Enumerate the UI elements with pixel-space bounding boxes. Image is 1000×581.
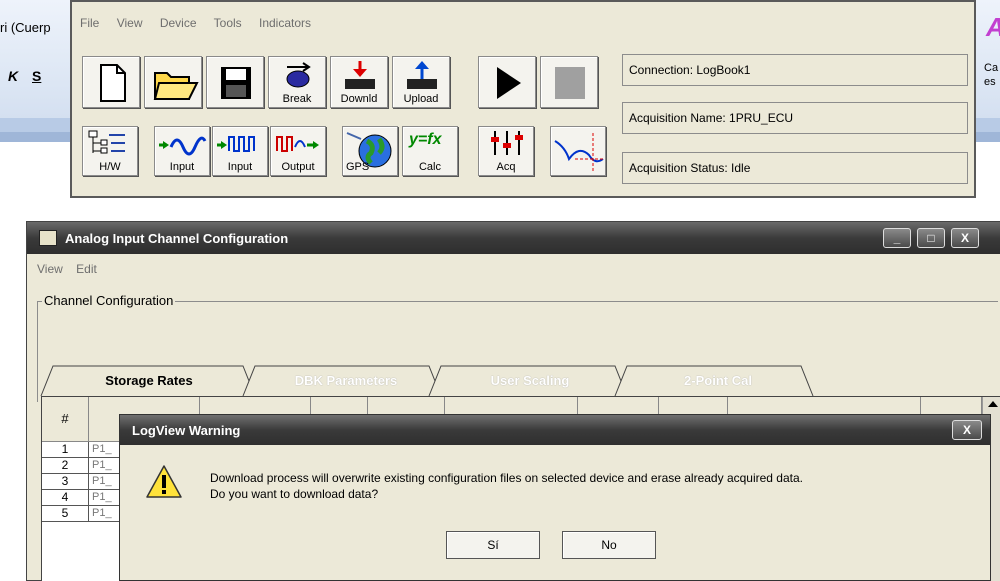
connection-status: Connection: LogBook1 — [622, 54, 968, 86]
open-folder-icon — [153, 72, 199, 100]
calc-label: Calc — [418, 161, 441, 173]
menu-file[interactable]: File — [80, 16, 99, 30]
row-number: 4 — [42, 490, 89, 506]
warning-title: LogView Warning — [132, 423, 241, 438]
logview-main-window: File View Device Tools Indicators Break — [70, 0, 976, 198]
row-number: 5 — [42, 506, 89, 522]
chart-view-button[interactable] — [550, 126, 606, 176]
table-icon — [39, 230, 57, 246]
warning-question: Do you want to download data? — [210, 487, 379, 501]
download-button[interactable]: Downld — [330, 56, 388, 108]
upload-button[interactable]: Upload — [392, 56, 450, 108]
analog-wave-icon — [159, 136, 207, 156]
font-name-box[interactable]: ri (Cuerp — [0, 20, 51, 35]
maximize-button[interactable]: □ — [917, 228, 945, 248]
acquisition-name: Acquisition Name: 1PRU_ECU — [622, 102, 968, 134]
row-number: 3 — [42, 474, 89, 490]
warning-title-bar[interactable]: LogView Warning X — [120, 415, 990, 445]
stop-acquisition-button[interactable] — [540, 56, 598, 108]
aic-window-title: Analog Input Channel Configuration — [65, 231, 289, 246]
tab-user-scaling[interactable]: User Scaling — [439, 367, 621, 395]
hardware-button[interactable]: H/W — [82, 126, 138, 176]
download-icon — [345, 61, 375, 89]
menu-edit[interactable]: Edit — [76, 262, 97, 276]
aic-title-bar[interactable]: Analog Input Channel Configuration _ □ X — [27, 222, 1000, 254]
menu-indicators[interactable]: Indicators — [259, 16, 311, 30]
sliders-icon — [491, 131, 523, 155]
digital-input-button[interactable]: Input — [212, 126, 268, 176]
header-hash[interactable]: # — [42, 397, 89, 442]
tab-dbk-parameters[interactable]: DBK Parameters — [255, 367, 437, 395]
chart-icon — [554, 133, 605, 173]
acq-button[interactable]: Acq — [478, 126, 534, 176]
break-icon — [286, 62, 311, 88]
hardware-tree-icon — [88, 130, 125, 154]
minimize-button[interactable]: _ — [883, 228, 911, 248]
calc-button[interactable]: y=fx Calc — [402, 126, 458, 176]
tab-storage-rates[interactable]: Storage Rates — [51, 367, 247, 395]
acquisition-status: Acquisition Status: Idle — [622, 152, 968, 184]
menu-device[interactable]: Device — [160, 16, 197, 30]
play-icon — [497, 67, 521, 99]
logview-warning-dialog: LogView Warning X Download process will … — [119, 414, 991, 581]
no-button[interactable]: No — [562, 531, 656, 559]
digital-wave-icon — [217, 136, 255, 152]
tab-2-point-cal[interactable]: 2-Point Cal — [627, 367, 809, 395]
close-button[interactable]: X — [951, 228, 979, 248]
dialog-close-button[interactable]: X — [952, 420, 982, 440]
row-number: 2 — [42, 458, 89, 474]
start-acquisition-button[interactable] — [478, 56, 536, 108]
underline-button[interactable]: S — [32, 68, 41, 84]
output-label: Output — [281, 161, 315, 173]
stop-icon — [555, 67, 585, 99]
acq-label: Acq — [496, 161, 516, 173]
main-menu-bar: File View Device Tools Indicators — [80, 16, 325, 30]
floppy-disk-icon — [221, 67, 251, 99]
new-file-button[interactable] — [82, 56, 140, 108]
input-label: Input — [169, 161, 195, 173]
menu-view[interactable]: View — [37, 262, 63, 276]
upload-icon — [407, 61, 437, 89]
gps-button[interactable]: GPS — [342, 126, 398, 176]
open-file-button[interactable] — [144, 56, 202, 108]
gps-label: GPS — [346, 161, 370, 173]
hw-label: H/W — [99, 161, 121, 173]
save-button[interactable] — [206, 56, 264, 108]
ribbon-label: Ca — [984, 62, 999, 74]
scroll-up-icon[interactable] — [983, 397, 1000, 411]
download-label: Downld — [340, 93, 378, 105]
group-label: Channel Configuration — [42, 293, 176, 308]
italic-button[interactable]: K — [8, 68, 18, 84]
upload-label: Upload — [403, 93, 439, 105]
aic-menu-bar: View Edit — [37, 262, 107, 276]
row-number: 1 — [42, 442, 89, 458]
menu-view[interactable]: View — [117, 16, 143, 30]
styles-icon: A — [986, 12, 1000, 43]
input-label: Input — [227, 161, 253, 173]
yes-button[interactable]: Sí — [446, 531, 540, 559]
break-button[interactable]: Break — [268, 56, 326, 108]
warning-icon — [146, 465, 182, 498]
output-wave-icon — [276, 136, 319, 152]
analog-input-button[interactable]: Input — [154, 126, 210, 176]
warning-message: Download process will overwrite existing… — [210, 471, 803, 485]
ribbon-label: es — [984, 76, 996, 88]
output-button[interactable]: Output — [270, 126, 326, 176]
new-file-icon — [100, 64, 126, 102]
break-label: Break — [282, 93, 312, 105]
formula-icon: y=fx — [409, 131, 442, 148]
menu-tools[interactable]: Tools — [214, 16, 242, 30]
